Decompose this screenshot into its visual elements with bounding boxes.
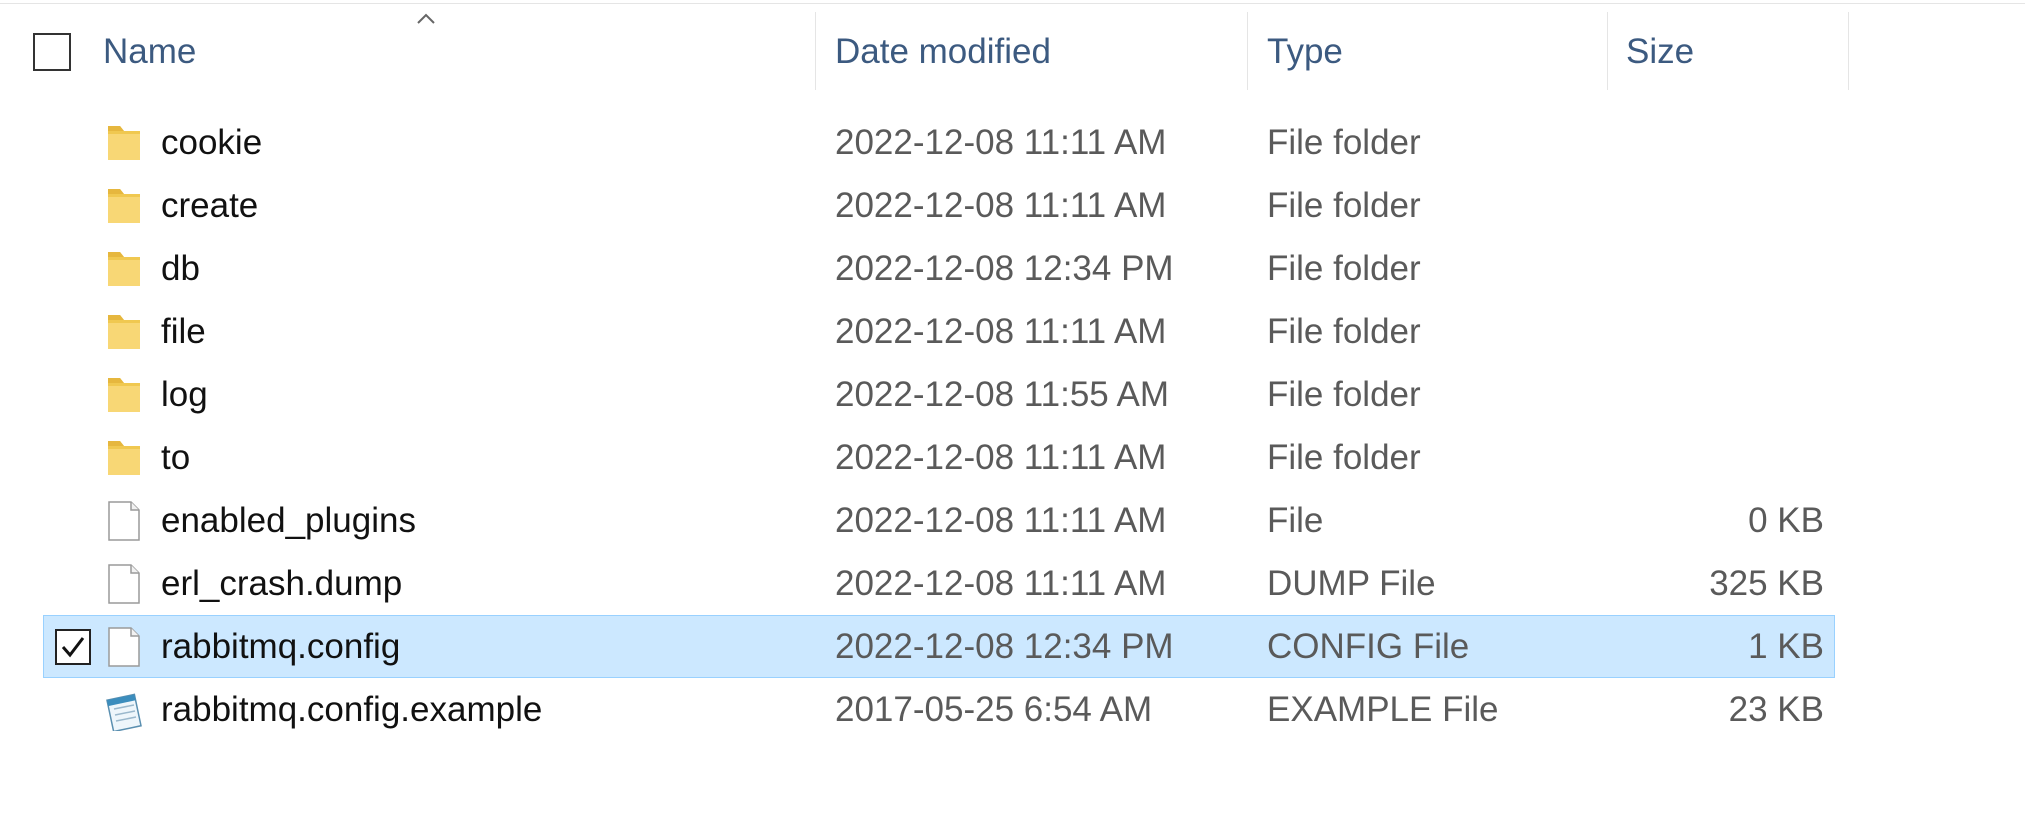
file-type: File folder <box>1267 438 1421 477</box>
file-row[interactable]: enabled_plugins 2022-12-08 11:11 AM File 0 … <box>0 489 1840 552</box>
file-name[interactable]: rabbitmq.config <box>161 615 400 678</box>
file-size <box>1524 237 1824 300</box>
file-type: DUMP File <box>1267 564 1436 603</box>
file-name[interactable]: cookie <box>161 111 262 174</box>
file-type: File folder <box>1267 249 1421 288</box>
file-date-modified: 2022-12-08 11:11 AM <box>835 564 1167 603</box>
file-name[interactable]: db <box>161 237 200 300</box>
column-header-name[interactable]: Name <box>103 12 815 92</box>
folder-icon <box>104 311 144 353</box>
column-divider[interactable] <box>815 12 816 90</box>
folder-icon <box>104 185 144 227</box>
file-name[interactable]: rabbitmq.config.example <box>161 678 542 741</box>
folder-icon <box>104 374 144 416</box>
file-date-modified: 2022-12-08 11:11 AM <box>835 438 1167 477</box>
checkmark-icon <box>61 637 85 658</box>
file-row[interactable]: rabbitmq.config 2022-12-08 12:34 PM CONFIG… <box>0 615 1840 678</box>
file-date-modified: 2022-12-08 11:11 AM <box>835 312 1167 351</box>
file-name[interactable]: create <box>161 174 258 237</box>
file-date-modified: 2022-12-08 11:11 AM <box>835 123 1167 162</box>
folder-icon <box>104 122 144 164</box>
file-type: File <box>1267 501 1324 540</box>
file-name[interactable]: to <box>161 426 190 489</box>
file-row[interactable]: rabbitmq.config.example 2017-05-25 6:54 A… <box>0 678 1840 741</box>
file-type: File folder <box>1267 186 1421 225</box>
column-divider[interactable] <box>1848 12 1849 90</box>
file-size <box>1524 300 1824 363</box>
file-row[interactable]: erl_crash.dump 2022-12-08 11:11 AM DUMP Fi… <box>0 552 1840 615</box>
file-type: File folder <box>1267 375 1421 414</box>
file-date-modified: 2022-12-08 12:34 PM <box>835 627 1174 666</box>
file-row[interactable]: to 2022-12-08 11:11 AM File folder <box>0 426 1840 489</box>
file-size: 1 KB <box>1748 627 1824 666</box>
file-date-modified: 2022-12-08 11:11 AM <box>835 186 1167 225</box>
file-size: 325 KB <box>1709 564 1824 603</box>
column-divider[interactable] <box>1247 12 1248 90</box>
column-header-date-modified[interactable]: Date modified <box>835 12 1247 92</box>
file-name[interactable]: log <box>161 363 208 426</box>
file-row[interactable]: file 2022-12-08 11:11 AM File folder <box>0 300 1840 363</box>
row-checkbox[interactable] <box>55 629 91 665</box>
notepad-file-icon <box>104 689 144 733</box>
folder-icon <box>104 248 144 290</box>
file-size <box>1524 111 1824 174</box>
select-all-checkbox[interactable] <box>33 33 71 71</box>
file-size <box>1524 174 1824 237</box>
file-name[interactable]: erl_crash.dump <box>161 552 402 615</box>
blank-file-icon <box>104 626 144 668</box>
column-divider[interactable] <box>1607 12 1608 90</box>
file-name[interactable]: enabled_plugins <box>161 489 416 552</box>
column-header-type[interactable]: Type <box>1267 12 1605 92</box>
file-date-modified: 2022-12-08 12:34 PM <box>835 249 1174 288</box>
file-size: 23 KB <box>1728 690 1824 729</box>
file-size: 0 KB <box>1748 501 1824 540</box>
file-type: EXAMPLE File <box>1267 690 1499 729</box>
folder-icon <box>104 437 144 479</box>
file-size <box>1524 426 1824 489</box>
blank-file-icon <box>104 563 144 605</box>
file-row[interactable]: log 2022-12-08 11:55 AM File folder <box>0 363 1840 426</box>
file-row[interactable]: cookie 2022-12-08 11:11 AM File folder <box>0 111 1840 174</box>
file-type: File folder <box>1267 123 1421 162</box>
file-row[interactable]: create 2022-12-08 11:11 AM File folder <box>0 174 1840 237</box>
file-date-modified: 2017-05-25 6:54 AM <box>835 690 1153 729</box>
blank-file-icon <box>104 500 144 542</box>
column-header-size[interactable]: Size <box>1626 12 1846 92</box>
file-type: File folder <box>1267 312 1421 351</box>
file-date-modified: 2022-12-08 11:11 AM <box>835 501 1167 540</box>
column-header-bar: Name Date modified Type Size <box>0 0 2025 92</box>
file-date-modified: 2022-12-08 11:55 AM <box>835 375 1170 414</box>
file-name[interactable]: file <box>161 300 206 363</box>
file-type: CONFIG File <box>1267 627 1470 666</box>
file-row[interactable]: db 2022-12-08 12:34 PM File folder <box>0 237 1840 300</box>
file-size <box>1524 363 1824 426</box>
